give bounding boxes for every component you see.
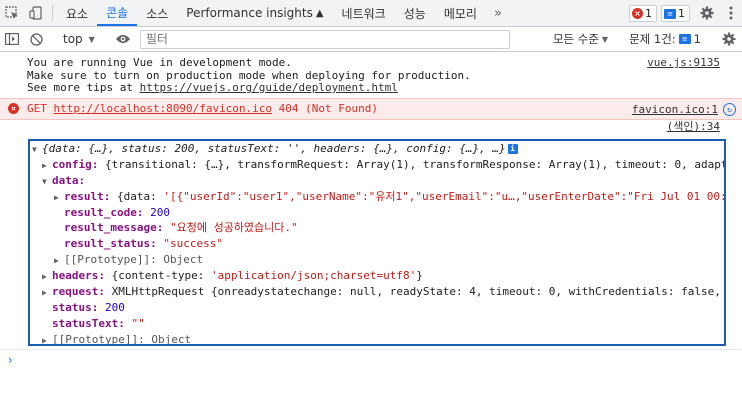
- console-prompt-icon[interactable]: ›: [8, 353, 13, 367]
- object-row-data[interactable]: ▼ data:: [30, 173, 724, 189]
- console-log-source-row: (색인):34: [0, 120, 742, 134]
- object-row-status: status: 200: [52, 300, 125, 314]
- message-count-badge[interactable]: ≡ 1: [661, 5, 690, 22]
- collapsed-triangle-icon[interactable]: ▶: [54, 253, 64, 269]
- tabbar-right: × 1 ≡ 1: [629, 0, 742, 26]
- tab-network[interactable]: 네트워크: [333, 0, 395, 26]
- vue-deployment-link[interactable]: https://vuejs.org/guide/deployment.html: [140, 81, 398, 94]
- network-request-info-icon[interactable]: ↻: [723, 103, 736, 116]
- console-output: You are running Vue in development mode.…: [0, 52, 742, 134]
- settings-gear-icon[interactable]: [694, 0, 720, 26]
- console-filterbar: top ▼ 모든 수준 ▼ 문제 1건: ≡ 1: [0, 27, 742, 52]
- tab-console[interactable]: 콘솔: [97, 0, 138, 26]
- response-object-highlight: ▼ {data: {…}, status: 200, statusText: ''…: [28, 139, 726, 346]
- object-row-headers[interactable]: ▶ headers: {content-type: 'application/js…: [30, 268, 724, 284]
- object-row-config[interactable]: ▶ config: {transitional: {…}, transformRe…: [30, 157, 724, 173]
- error-icon: ×: [8, 103, 19, 114]
- expanded-triangle-icon[interactable]: ▼: [32, 142, 42, 158]
- expanded-triangle-icon[interactable]: ▼: [42, 174, 52, 190]
- context-selector[interactable]: top ▼: [57, 32, 101, 46]
- collapsed-triangle-icon[interactable]: ▶: [42, 158, 52, 174]
- inspect-element-icon[interactable]: [0, 0, 24, 26]
- console-error-favicon: × GET http://localhost:8090/favicon.ico …: [0, 98, 742, 120]
- message-icon: ≡: [664, 8, 676, 19]
- info-badge-icon: i: [507, 144, 518, 154]
- sidebar-toggle-icon[interactable]: [0, 33, 24, 45]
- object-row-status-text: statusText: "": [52, 316, 145, 330]
- issue-message-icon: ≡: [678, 34, 691, 44]
- filter-input[interactable]: [139, 29, 510, 49]
- clear-console-icon[interactable]: [24, 32, 48, 46]
- object-row-result-code: result_code: 200: [64, 205, 170, 219]
- object-row-result-message: result_message: "요청에 성공하였습니다.": [64, 221, 298, 235]
- console-settings-gear-icon[interactable]: [716, 32, 742, 46]
- toolbar-separator: [52, 5, 53, 21]
- issues-button[interactable]: 문제 1건: ≡ 1: [623, 31, 707, 47]
- collapsed-triangle-icon[interactable]: ▶: [42, 269, 52, 285]
- object-row-prototype-inner[interactable]: ▶ [[Prototype]]: Object: [30, 252, 724, 268]
- index-source-link[interactable]: (색인):34: [667, 120, 720, 134]
- more-tabs-button[interactable]: »: [486, 0, 510, 26]
- collapsed-triangle-icon[interactable]: ▶: [42, 333, 52, 344]
- favicon-url-link[interactable]: http://localhost:8090/favicon.ico: [54, 102, 273, 115]
- customize-menu-icon[interactable]: [720, 0, 742, 26]
- tab-performance[interactable]: 성능: [395, 0, 435, 26]
- dropdown-arrow-icon: ▼: [601, 34, 609, 44]
- dropdown-arrow-icon: ▼: [88, 34, 95, 44]
- favicon-source-link[interactable]: favicon.ico:1: [632, 101, 718, 119]
- console-prompt-divider: [0, 349, 742, 350]
- log-levels-dropdown[interactable]: 모든 수준 ▼: [547, 31, 614, 47]
- device-toolbar-icon[interactable]: [24, 0, 48, 26]
- collapsed-triangle-icon[interactable]: ▶: [42, 285, 52, 301]
- tab-elements[interactable]: 요소: [57, 0, 97, 26]
- vue-source-link[interactable]: vue.js:9135: [647, 56, 720, 70]
- tab-sources[interactable]: 소스: [137, 0, 177, 26]
- devtools-tabbar: 요소 콘솔 소스 Performance insights ▲ 네트워크 성능 메…: [0, 0, 742, 27]
- flask-icon: ▲: [315, 7, 324, 19]
- tab-performance-insights[interactable]: Performance insights ▲: [177, 0, 332, 26]
- live-expression-eye-icon[interactable]: [110, 34, 136, 44]
- object-summary-row[interactable]: ▼ {data: {…}, status: 200, statusText: ''…: [30, 141, 724, 157]
- collapsed-triangle-icon[interactable]: ▶: [54, 190, 64, 206]
- tab-memory[interactable]: 메모리: [435, 0, 486, 26]
- console-log-vue-message: You are running Vue in development mode.…: [27, 56, 720, 94]
- object-row-result-status: result_status: "success": [64, 237, 223, 251]
- object-row-prototype-outer[interactable]: ▶ [[Prototype]]: Object: [30, 332, 724, 344]
- error-icon: ×: [632, 8, 643, 19]
- object-row-request[interactable]: ▶ request: XMLHttpRequest {onreadystatech…: [30, 284, 724, 300]
- object-row-result[interactable]: ▶ result: {data: '[{"userId":"user1","use…: [30, 189, 724, 205]
- error-count-badge[interactable]: × 1: [629, 5, 657, 22]
